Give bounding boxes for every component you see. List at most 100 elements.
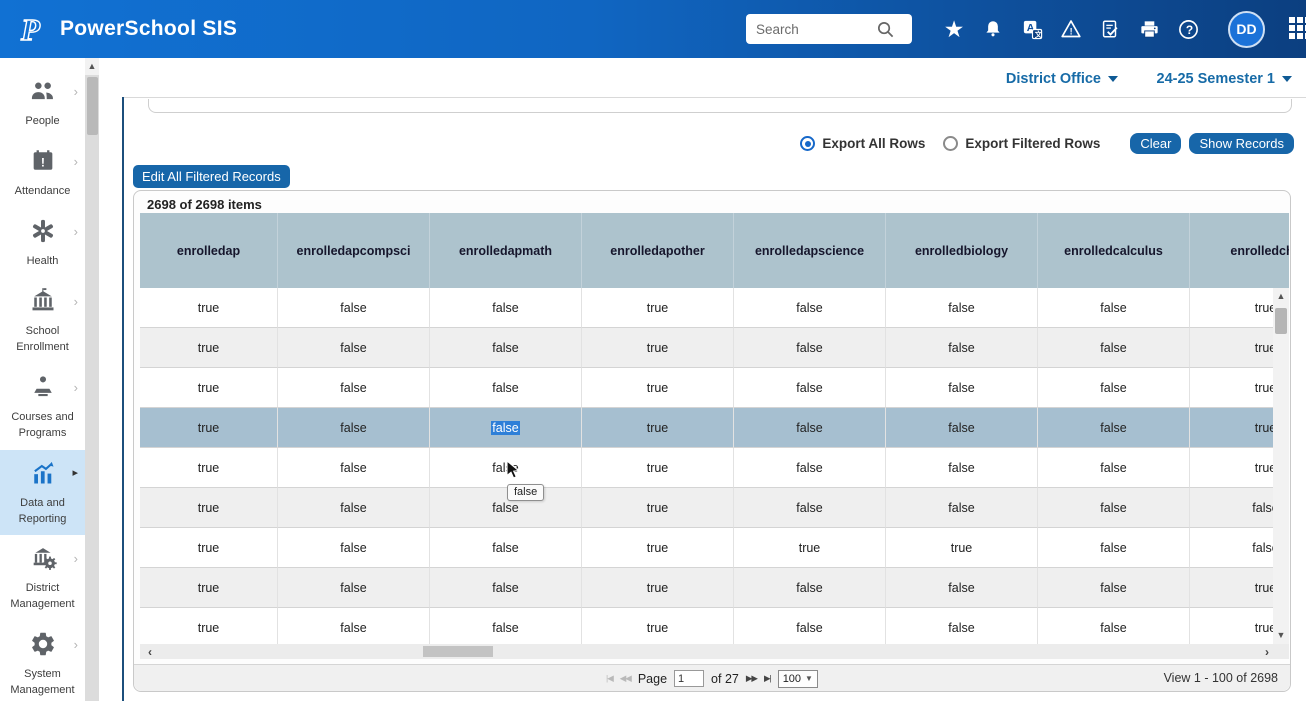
grid-cell[interactable]: false <box>278 448 430 488</box>
table-row[interactable]: truefalsefalsetruefalsefalsefalsetrue <box>140 408 1289 448</box>
scroll-up-icon[interactable]: ▲ <box>85 58 99 75</box>
export-all-rows-radio[interactable]: Export All Rows <box>800 136 925 151</box>
favorites-star-icon[interactable]: ★ <box>941 16 967 42</box>
column-header-enrolledap[interactable]: enrolledap <box>140 213 278 288</box>
alerts-warning-icon[interactable]: ! <box>1058 16 1084 42</box>
sidebar-item-district-management[interactable]: District Management› <box>0 535 85 621</box>
grid-cell[interactable]: false <box>430 288 582 328</box>
search-input[interactable] <box>756 22 876 37</box>
table-row[interactable]: truefalsefalsetruetruetruefalsefalse <box>140 528 1289 568</box>
grid-cell[interactable]: false <box>734 448 886 488</box>
grid-cell[interactable]: false <box>1038 328 1190 368</box>
grid-cell[interactable]: false <box>886 288 1038 328</box>
column-header-enrolledche[interactable]: enrolledche <box>1190 213 1289 288</box>
grid-cell[interactable]: false <box>1038 568 1190 608</box>
edit-all-filtered-records-button[interactable]: Edit All Filtered Records <box>133 165 290 188</box>
vertical-scrollbar-thumb[interactable] <box>1275 308 1287 334</box>
page-size-select[interactable]: 100 ▼ <box>778 670 818 688</box>
grid-horizontal-scrollbar[interactable]: ‹ › <box>140 644 1289 659</box>
grid-cell[interactable]: false <box>734 368 886 408</box>
sidebar-item-courses-and-programs[interactable]: Courses and Programs› <box>0 364 85 450</box>
grid-cell[interactable]: true <box>582 608 734 648</box>
grid-cell[interactable]: true <box>140 488 278 528</box>
grid-cell[interactable]: false <box>430 568 582 608</box>
grid-cell[interactable]: false <box>886 368 1038 408</box>
table-row[interactable]: truefalsefalsetruefalsefalsefalsetrue <box>140 568 1289 608</box>
sidebar-item-health[interactable]: Health› <box>0 208 85 278</box>
school-selector[interactable]: District Office <box>1006 71 1118 87</box>
grid-cell[interactable]: false <box>734 408 886 448</box>
grid-cell[interactable]: true <box>140 288 278 328</box>
grid-cell[interactable]: false <box>430 448 582 488</box>
grid-cell[interactable]: true <box>734 528 886 568</box>
grid-cell[interactable]: false <box>1038 488 1190 528</box>
reports-check-icon[interactable] <box>1097 16 1123 42</box>
grid-cell[interactable]: false <box>278 408 430 448</box>
grid-cell[interactable]: true <box>140 328 278 368</box>
horizontal-scrollbar-thumb[interactable] <box>423 646 493 657</box>
clear-button[interactable]: Clear <box>1130 133 1181 154</box>
notifications-bell-icon[interactable] <box>980 16 1006 42</box>
table-row[interactable]: truefalsefalsetruefalsefalsefalsetrue <box>140 448 1289 488</box>
grid-cell[interactable]: true <box>140 528 278 568</box>
grid-vertical-scrollbar[interactable]: ▲ ▼ <box>1273 288 1289 644</box>
column-header-enrolledapother[interactable]: enrolledapother <box>582 213 734 288</box>
column-header-enrolledapscience[interactable]: enrolledapscience <box>734 213 886 288</box>
search-icon[interactable] <box>876 20 895 39</box>
grid-cell[interactable]: false <box>1038 528 1190 568</box>
table-row[interactable]: truefalsefalsetruefalsefalsefalsetrue <box>140 328 1289 368</box>
table-row[interactable]: truefalsefalsetruefalsefalsefalsetrue <box>140 288 1289 328</box>
grid-cell[interactable]: true <box>582 448 734 488</box>
grid-cell[interactable]: true <box>140 448 278 488</box>
grid-cell[interactable]: false <box>430 528 582 568</box>
export-filtered-rows-radio[interactable]: Export Filtered Rows <box>943 136 1100 151</box>
sidebar-scrollbar-thumb[interactable] <box>87 77 98 135</box>
grid-cell[interactable]: false <box>278 528 430 568</box>
sidebar-item-people[interactable]: People› <box>0 68 85 138</box>
grid-cell[interactable]: false <box>278 288 430 328</box>
search-box[interactable] <box>746 14 912 44</box>
table-row[interactable]: truefalsefalsetruefalsefalsefalsetrue <box>140 368 1289 408</box>
user-avatar[interactable]: DD <box>1228 11 1265 48</box>
grid-cell[interactable]: false <box>734 288 886 328</box>
radio-unselected-icon[interactable] <box>943 136 958 151</box>
grid-cell[interactable]: false <box>886 488 1038 528</box>
print-icon[interactable] <box>1136 16 1162 42</box>
next-page-icon[interactable]: ▶▶ <box>746 673 757 684</box>
grid-cell[interactable]: true <box>582 488 734 528</box>
grid-cell[interactable]: false <box>430 608 582 648</box>
grid-cell[interactable]: true <box>140 368 278 408</box>
grid-cell[interactable]: false <box>886 328 1038 368</box>
show-records-button[interactable]: Show Records <box>1189 133 1294 154</box>
radio-selected-icon[interactable] <box>800 136 815 151</box>
table-row[interactable]: truefalsefalsetruefalsefalsefalsefalse <box>140 488 1289 528</box>
grid-cell[interactable]: false <box>1038 448 1190 488</box>
translate-icon[interactable]: A 文 <box>1019 16 1045 42</box>
grid-cell[interactable]: true <box>582 568 734 608</box>
grid-cell[interactable]: true <box>582 368 734 408</box>
table-row[interactable]: truefalsefalsetruefalsefalsefalsetrue <box>140 608 1289 648</box>
grid-cell[interactable]: true <box>140 608 278 648</box>
scroll-left-icon[interactable]: ‹ <box>140 645 160 659</box>
grid-cell[interactable]: true <box>886 528 1038 568</box>
scroll-down-icon[interactable]: ▼ <box>1273 627 1289 644</box>
scroll-up-icon[interactable]: ▲ <box>1273 288 1289 305</box>
grid-cell[interactable]: false <box>1038 368 1190 408</box>
grid-cell[interactable]: false <box>278 488 430 528</box>
first-page-icon[interactable]: |◀ <box>606 673 613 684</box>
grid-cell[interactable]: false <box>278 568 430 608</box>
grid-cell[interactable]: false <box>430 368 582 408</box>
scroll-right-icon[interactable]: › <box>1265 645 1269 659</box>
grid-cell[interactable]: false <box>886 608 1038 648</box>
grid-cell[interactable]: false <box>1038 408 1190 448</box>
prev-page-icon[interactable]: ◀◀ <box>620 673 631 684</box>
grid-cell[interactable]: true <box>582 328 734 368</box>
sidebar-item-school-enrollment[interactable]: School Enrollment› <box>0 278 85 364</box>
grid-cell[interactable]: false <box>734 608 886 648</box>
help-icon[interactable]: ? <box>1175 16 1201 42</box>
term-selector[interactable]: 24-25 Semester 1 <box>1157 71 1293 87</box>
column-header-enrolledapmath[interactable]: enrolledapmath <box>430 213 582 288</box>
grid-cell[interactable]: true <box>582 408 734 448</box>
grid-cell[interactable]: false <box>278 608 430 648</box>
sidebar-item-system-management[interactable]: System Management› <box>0 621 85 707</box>
